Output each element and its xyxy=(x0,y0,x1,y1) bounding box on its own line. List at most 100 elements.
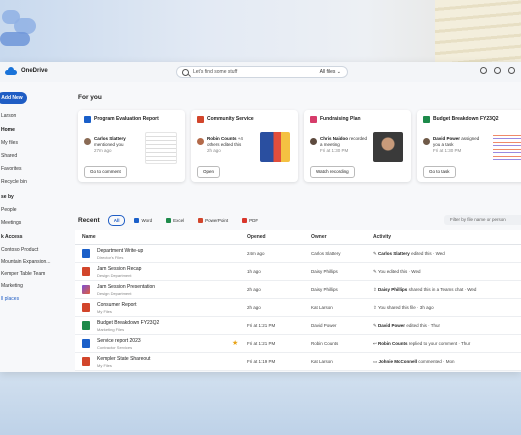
file-location: My Files xyxy=(97,363,112,368)
file-owner: Robin Counts xyxy=(311,341,339,346)
powerpoint-file-icon xyxy=(82,303,90,312)
sidebar-item-favorites[interactable]: Favorites xyxy=(1,166,22,172)
add-new-button[interactable]: Add New xyxy=(0,92,27,104)
sidebar-item-recycle-bin[interactable]: Recycle bin xyxy=(1,179,27,185)
sidebar-user-name: Larson xyxy=(1,113,17,119)
sidebar-section-quick-access: k Access xyxy=(1,234,23,240)
file-opened: 2h ago xyxy=(247,305,261,310)
onedrive-cloud-icon xyxy=(5,67,17,75)
background-shapes xyxy=(0,8,60,52)
card-activity: Carlos Slattery mentioned you 27m ago xyxy=(94,136,126,153)
help-icon[interactable] xyxy=(508,67,515,74)
table-header: Name Opened Owner Activity xyxy=(75,230,521,245)
filter-all[interactable]: All xyxy=(107,215,126,226)
card-title: Program Evaluation Report xyxy=(94,116,159,122)
file-location: Contractor Services xyxy=(97,345,133,350)
column-name[interactable]: Name xyxy=(82,234,96,240)
file-activity: ✎ David Power edited this · Thur xyxy=(373,323,440,328)
column-activity[interactable]: Activity xyxy=(373,234,391,240)
file-activity: ✎ You edited this · Wed xyxy=(373,269,421,274)
table-row[interactable]: Budget Breakdown FY23Q2 Marketing Files … xyxy=(75,317,521,335)
filter-powerpoint[interactable]: PowerPoint xyxy=(193,216,233,225)
table-row[interactable]: Kempler State Shareout My Files Fri at 1… xyxy=(75,353,521,371)
powerpoint-file-icon xyxy=(82,357,90,366)
table-row[interactable]: Jam Session Recap Design Department 1h a… xyxy=(75,263,521,281)
recent-files-table: Name Opened Owner Activity Department Wr… xyxy=(75,230,521,371)
excel-icon xyxy=(166,218,172,223)
desktop-background-bottom xyxy=(0,372,521,435)
avatar xyxy=(423,138,430,145)
gear-icon[interactable] xyxy=(494,67,501,74)
table-row[interactable]: Jam Session Presentation Design Departme… xyxy=(75,281,521,299)
card-activity: Robin Counts +4 others edited this 2h ag… xyxy=(207,136,243,153)
file-name[interactable]: Budget Breakdown FY23Q2 xyxy=(97,320,159,326)
card-title: Fundraising Plan xyxy=(320,116,361,122)
open-button[interactable]: Open xyxy=(197,166,221,178)
sidebar-item-kemper-table-team[interactable]: Kemper Table Team xyxy=(1,271,45,277)
file-location: Marketing Files xyxy=(97,327,125,332)
filter-pdf[interactable]: PDF xyxy=(237,216,263,225)
file-name[interactable]: Department Write-up xyxy=(97,248,143,254)
topbar-icons xyxy=(480,67,515,74)
search-input[interactable]: Let's find some stuff All files ⌄ xyxy=(176,66,348,78)
table-row[interactable]: Consumer Report My Files 2h ago Kat Lars… xyxy=(75,299,521,317)
file-name[interactable]: Jam Session Presentation xyxy=(97,284,155,290)
filter-word[interactable]: Word xyxy=(129,216,157,225)
sidebar-item-mountain-expansion[interactable]: Mountain Expansion... xyxy=(1,259,50,265)
search-scope-dropdown[interactable]: All files ⌄ xyxy=(320,69,341,75)
sidebar-section-browse-by: se by xyxy=(1,194,14,200)
word-file-icon xyxy=(82,339,90,348)
filter-input[interactable]: Filter by file name or person xyxy=(444,215,521,225)
file-opened: 24m ago xyxy=(247,251,265,256)
card-activity: Chris Naidoo recorded a meeting Fri at 1… xyxy=(320,136,368,153)
table-row[interactable]: Service report 2023 Contractor Services … xyxy=(75,335,521,353)
for-you-card[interactable]: Program Evaluation Report Carlos Slatter… xyxy=(78,110,185,182)
favorite-star-icon[interactable]: ★ xyxy=(232,339,238,347)
avatar xyxy=(84,138,91,145)
file-name[interactable]: Consumer Report xyxy=(97,302,136,308)
sidebar-item-home[interactable]: Home xyxy=(1,127,15,133)
app-name: OneDrive xyxy=(21,68,48,74)
app-logo[interactable]: OneDrive xyxy=(5,67,48,75)
sidebar-item-people[interactable]: People xyxy=(1,207,17,213)
file-name[interactable]: Kempler State Shareout xyxy=(97,356,150,362)
for-you-card[interactable]: Budget Breakdown FY23Q2 David Power assi… xyxy=(417,110,521,182)
main-content: For you Program Evaluation Report Carlos… xyxy=(73,82,521,372)
stream-icon xyxy=(310,116,317,123)
sidebar-item-my-files[interactable]: My files xyxy=(1,140,18,146)
file-owner: Kat Larson xyxy=(311,305,333,310)
file-name[interactable]: Jam Session Recap xyxy=(97,266,141,272)
column-owner[interactable]: Owner xyxy=(311,234,327,240)
filter-excel[interactable]: Excel xyxy=(161,216,189,225)
powerpoint-icon xyxy=(198,218,204,223)
search-placeholder: Let's find some stuff xyxy=(193,69,238,75)
table-row[interactable]: Department Write-up Director's Files 24m… xyxy=(75,245,521,263)
for-you-card[interactable]: Fundraising Plan Chris Naidoo recorded a… xyxy=(304,110,411,182)
go-to-task-button[interactable]: Go to task xyxy=(423,166,456,178)
file-activity: ✎ Carlos Slattery edited this · Wed xyxy=(373,251,445,256)
presentation-thumbnail xyxy=(260,132,290,162)
file-name[interactable]: Service report 2023 xyxy=(97,338,141,344)
for-you-heading: For you xyxy=(78,94,102,101)
file-location: Design Department xyxy=(97,291,132,296)
for-you-card[interactable]: Community Service Robin Counts +4 others… xyxy=(191,110,298,182)
sidebar-item-shared[interactable]: Shared xyxy=(1,153,17,159)
top-bar: OneDrive Let's find some stuff All files… xyxy=(0,62,521,82)
bell-icon[interactable] xyxy=(480,67,487,74)
sidebar-item-meetings[interactable]: Meetings xyxy=(1,220,21,226)
go-to-comment-button[interactable]: Go to comment xyxy=(84,166,127,178)
sidebar-item-contoso-product[interactable]: Contoso Product xyxy=(1,247,38,253)
file-owner: Daisy Phillips xyxy=(311,287,338,292)
file-opened: 1h ago xyxy=(247,269,261,274)
word-icon xyxy=(134,218,140,223)
sidebar-all-places-link[interactable]: ll places xyxy=(1,296,19,302)
pdf-icon xyxy=(242,218,248,223)
powerpoint-file-icon xyxy=(82,267,90,276)
file-owner: Daisy Phillips xyxy=(311,269,338,274)
watch-recording-button[interactable]: Watch recording xyxy=(310,166,355,178)
sidebar-item-marketing[interactable]: Marketing xyxy=(1,283,23,289)
card-title: Community Service xyxy=(207,116,254,122)
avatar xyxy=(310,138,317,145)
file-opened: Fri at 1:19 PM xyxy=(247,359,276,364)
column-opened[interactable]: Opened xyxy=(247,234,266,240)
